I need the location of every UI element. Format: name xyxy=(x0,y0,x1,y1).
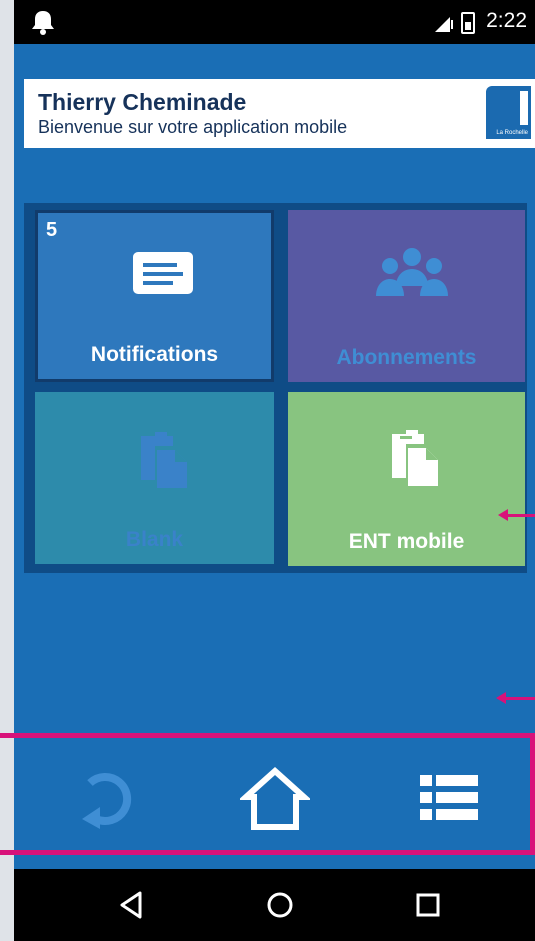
clipboard-icon xyxy=(392,430,438,486)
tile-label-abonnements: Abonnements xyxy=(336,346,477,369)
user-name: Thierry Cheminade xyxy=(38,89,247,115)
annotation-highlight-box xyxy=(0,733,535,855)
logo-bar xyxy=(520,91,528,125)
tile-label-blank: Blank xyxy=(125,528,184,551)
clock-time: 2:22 xyxy=(486,9,527,32)
user-header: Thierry Cheminade Bienvenue sur votre ap… xyxy=(24,79,535,148)
logo-text: La Rochelle xyxy=(496,130,528,136)
annotation-arrow-tile xyxy=(498,509,535,521)
app-notification-icon xyxy=(32,11,54,35)
back-icon[interactable] xyxy=(114,887,150,923)
tile-abonnements[interactable]: Abonnements xyxy=(288,210,525,382)
android-navigation-bar xyxy=(14,869,535,941)
welcome-text: Bienvenue sur votre application mobile xyxy=(38,117,348,137)
tile-label-ent-mobile: ENT mobile xyxy=(348,530,465,553)
tile-blank[interactable]: Blank xyxy=(35,392,274,564)
battery-icon xyxy=(461,12,475,34)
annotation-arrow-background xyxy=(496,692,535,704)
recents-icon[interactable] xyxy=(410,887,446,923)
message-icon xyxy=(133,252,193,294)
people-icon xyxy=(376,248,448,296)
university-logo: La Rochelle xyxy=(486,86,531,139)
tile-label-notifications: Notifications xyxy=(90,343,219,366)
tile-grid: 5 Notifications Abonnements Blank ENT mo… xyxy=(24,203,527,573)
notification-count-badge: 5 xyxy=(46,219,58,241)
tile-notifications[interactable]: 5 Notifications xyxy=(35,210,274,382)
tile-ent-mobile[interactable]: ENT mobile xyxy=(288,392,525,566)
home-circle-icon[interactable] xyxy=(262,887,298,923)
status-bar: 2:22 xyxy=(14,0,535,44)
signal-icon xyxy=(435,17,453,32)
clipboard-icon xyxy=(141,432,187,488)
